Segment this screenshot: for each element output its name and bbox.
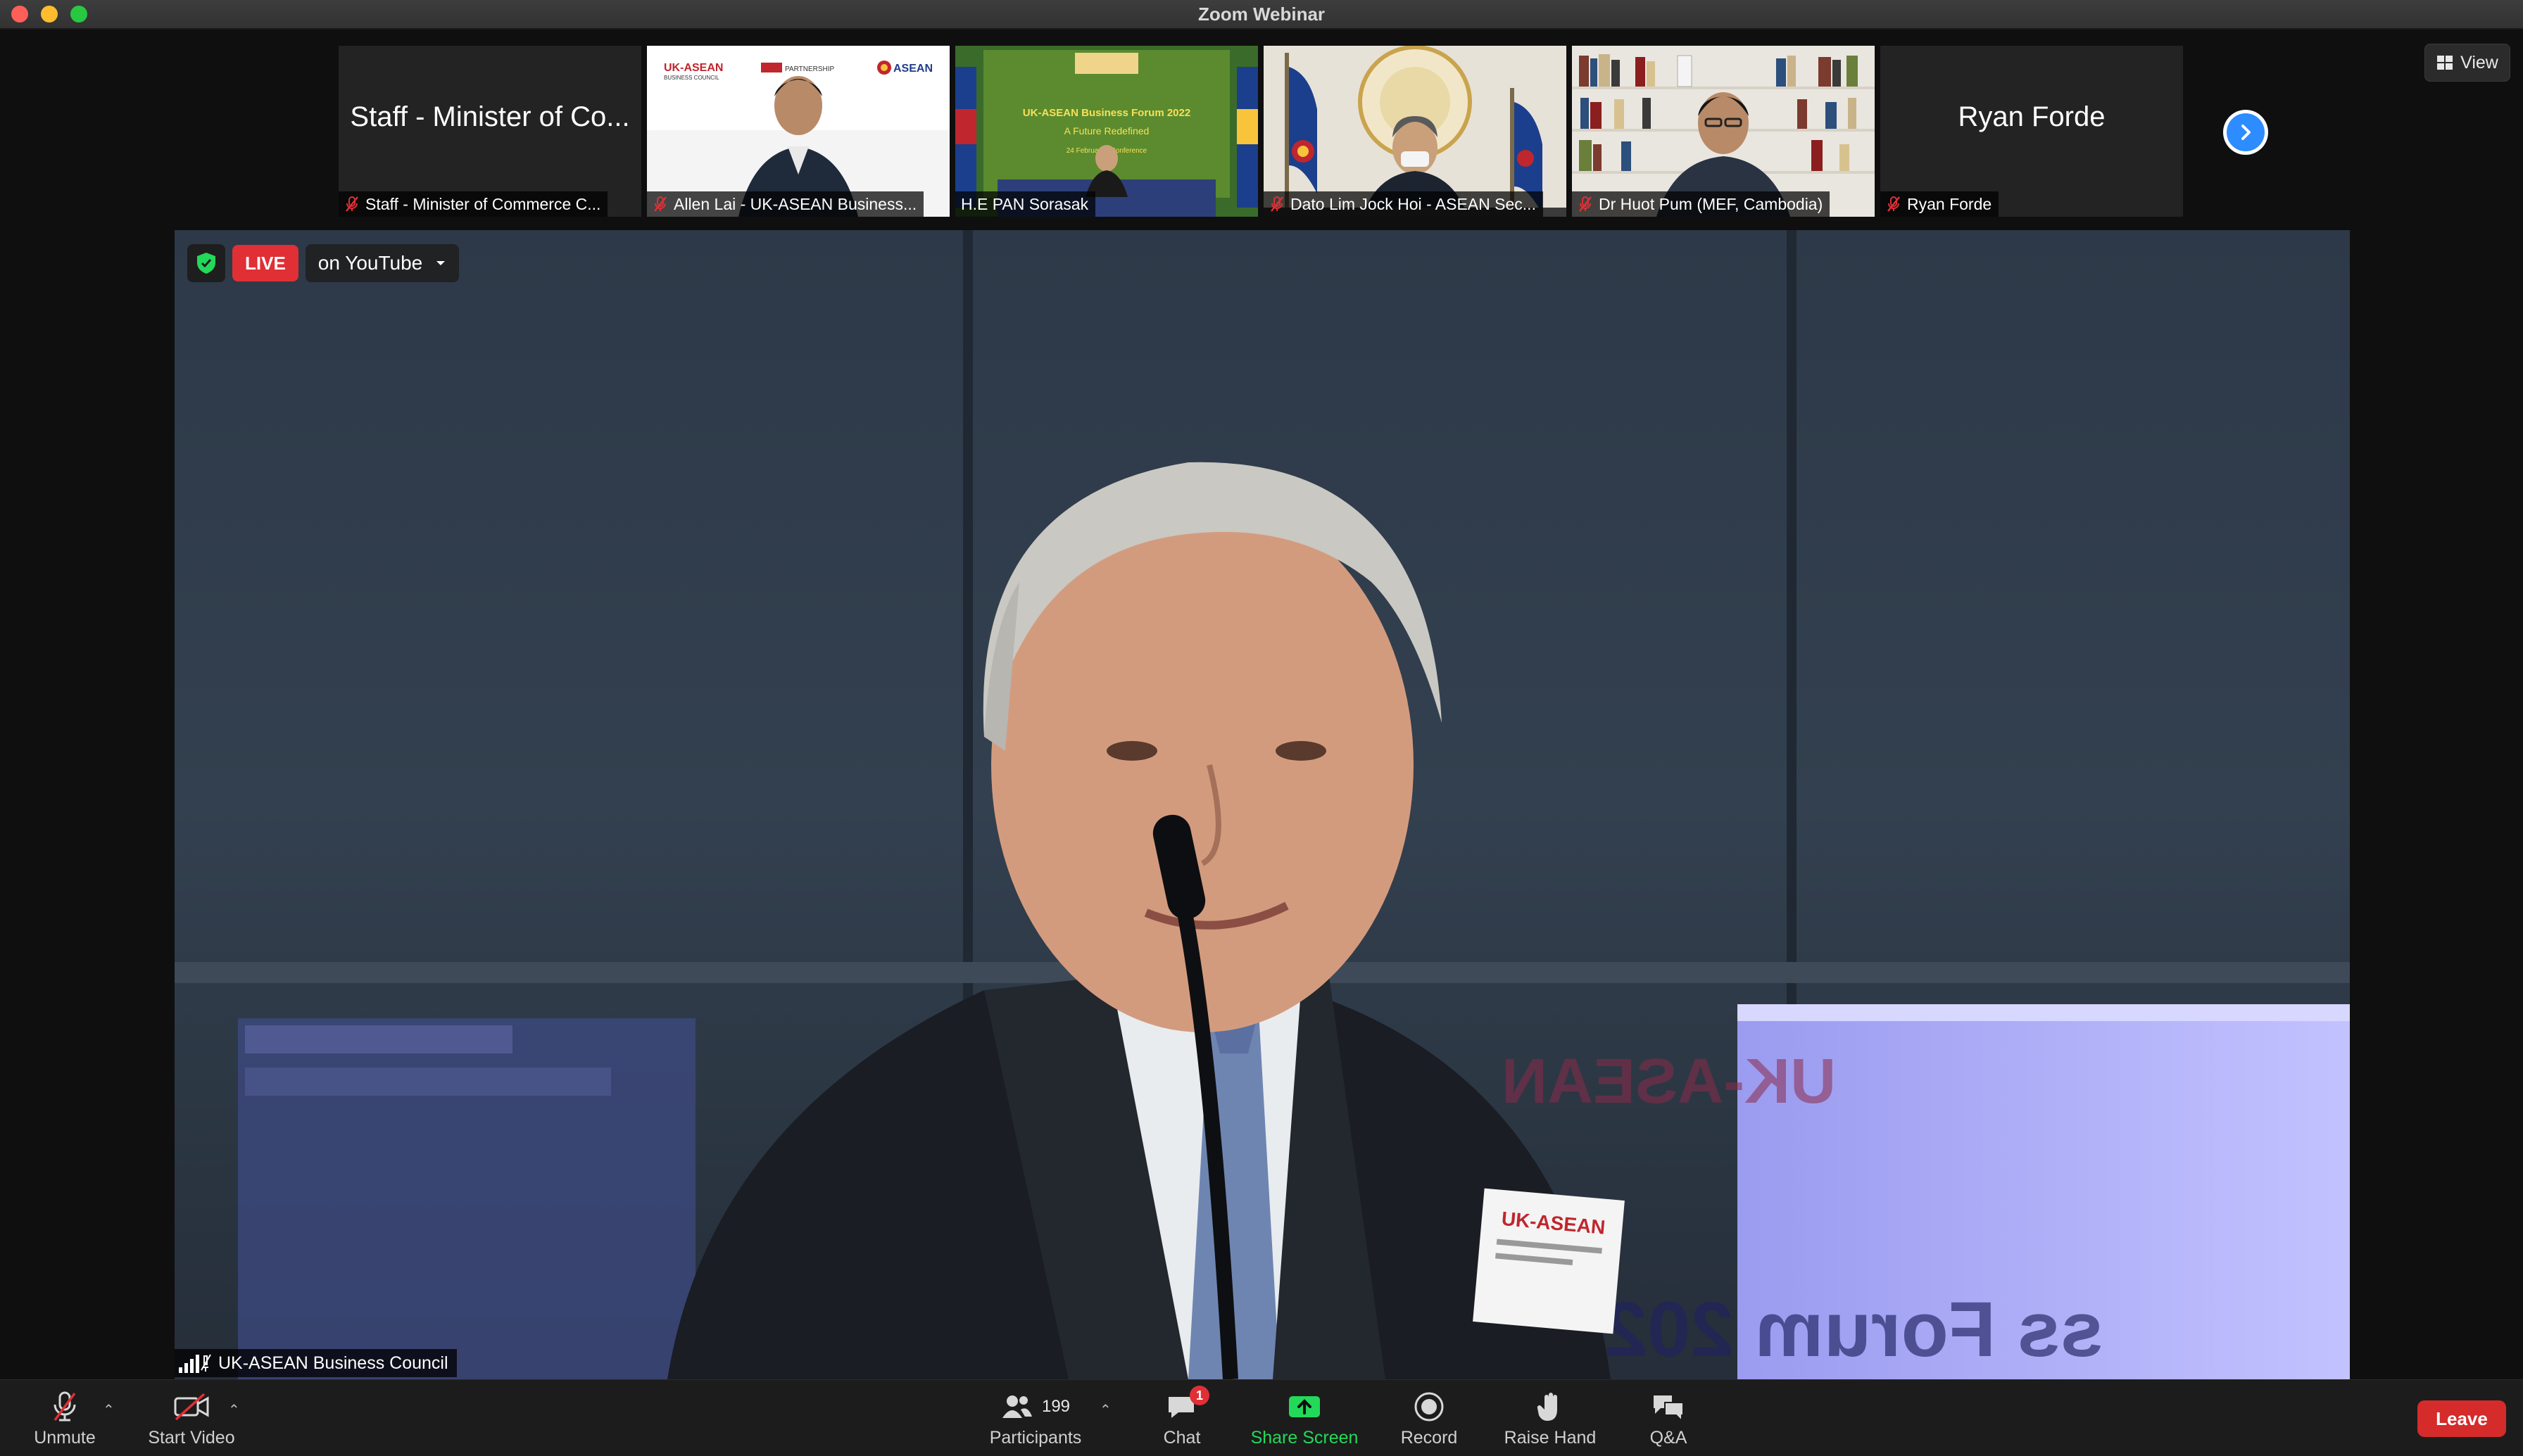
backdrop-left-logo: UK-ASEAN (664, 62, 723, 74)
participant-tile-huot-pum[interactable]: Dr Huot Pum (MEF, Cambodia) (1572, 46, 1875, 217)
start-video-label: Start Video (148, 1428, 235, 1448)
participant-tile-allen-lai[interactable]: UK-ASEAN BUSINESS COUNCIL PARTNERSHIP AS… (647, 46, 950, 217)
view-button[interactable]: View (2424, 44, 2510, 82)
banner-subtitle: A Future Redefined (1064, 125, 1150, 137)
participant-label: Staff - Minister of Commerce C... (365, 195, 601, 213)
share-screen-icon (1288, 1388, 1321, 1425)
participant-name-large: Staff - Minister of Co... (350, 101, 630, 132)
chat-bubble-icon: 1 (1166, 1386, 1209, 1425)
participants-label: Participants (989, 1428, 1082, 1448)
leave-button[interactable]: Leave (2417, 1400, 2506, 1437)
signal-strength-icon (179, 1354, 211, 1373)
video-off-icon (173, 1388, 210, 1425)
participant-name-bar: Ryan Forde (1880, 191, 1999, 217)
banner-left-text: UK-ASEAN (1502, 1046, 1836, 1117)
muted-mic-icon (344, 196, 360, 213)
participant-name-bar: Allen Lai - UK-ASEAN Business... (647, 191, 924, 217)
meeting-toolbar: Unmute ⌃ Start Video ⌃ 199 Participants … (0, 1379, 2523, 1456)
start-video-button[interactable]: Start Video (144, 1388, 239, 1450)
participants-count: 199 (1041, 1397, 1071, 1416)
chat-button[interactable]: 1 Chat (1152, 1386, 1212, 1450)
participant-name-bar: H.E PAN Sorasak (955, 191, 1096, 217)
audio-options-caret[interactable]: ⌃ (103, 1401, 115, 1419)
banner-bottom-text: ss Forum 2022 (1561, 1286, 2103, 1373)
participant-name-bar: Dato Lim Jock Hoi - ASEAN Sec... (1264, 191, 1543, 217)
speaker-video-frame: UK-ASEAN ss Forum 2022 UK-ASEAN (175, 230, 2350, 1379)
share-screen-label: Share Screen (1250, 1428, 1359, 1448)
backdrop-right-logo: ASEAN (893, 63, 933, 75)
backdrop-mid-logo: PARTNERSHIP (785, 65, 835, 73)
window-title: Zoom Webinar (1197, 4, 1326, 25)
chat-label: Chat (1163, 1428, 1201, 1448)
title-bar: Zoom Webinar (0, 0, 2523, 30)
share-screen-button[interactable]: Share Screen (1246, 1388, 1363, 1450)
main-speaker-video: UK-ASEAN ss Forum 2022 UK-ASEAN (175, 230, 2350, 1379)
participant-tile-lim-jock-hoi[interactable]: Dato Lim Jock Hoi - ASEAN Sec... (1264, 46, 1566, 217)
unmute-label: Unmute (34, 1428, 96, 1448)
video-options-caret[interactable]: ⌃ (228, 1401, 240, 1419)
live-destination-label: on YouTube (317, 252, 423, 274)
participant-label: Dato Lim Jock Hoi - ASEAN Sec... (1290, 195, 1536, 213)
participant-name-large: Ryan Forde (1958, 101, 2106, 132)
qa-button[interactable]: Q&A (1640, 1388, 1697, 1450)
muted-mic-icon (51, 1388, 79, 1425)
participant-label: Dr Huot Pum (MEF, Cambodia) (1599, 195, 1823, 213)
participant-name-bar: Staff - Minister of Commerce C... (339, 191, 608, 217)
participants-options-caret[interactable]: ⌃ (1100, 1401, 1112, 1419)
live-badge: LIVE (232, 245, 298, 281)
raise-hand-icon (1536, 1388, 1564, 1425)
qa-icon (1651, 1388, 1686, 1425)
qa-label: Q&A (1649, 1428, 1687, 1448)
unmute-button[interactable]: Unmute (31, 1388, 99, 1450)
participant-tile-staff-minister[interactable]: Staff - Minister of Co... Staff - Minist… (339, 46, 641, 217)
banner-title: UK-ASEAN Business Forum 2022 (1023, 107, 1190, 119)
active-speaker-label: UK-ASEAN Business Council (175, 1349, 457, 1377)
record-label: Record (1400, 1428, 1458, 1448)
backdrop-left-sub: BUSINESS COUNCIL (664, 75, 719, 81)
gallery-next-button[interactable] (2223, 110, 2268, 155)
participant-label: H.E PAN Sorasak (961, 195, 1089, 213)
participants-icon (1002, 1395, 1032, 1418)
view-label: View (2460, 52, 2498, 72)
chevron-right-icon (2227, 113, 2265, 151)
speaker-name: UK-ASEAN Business Council (218, 1353, 448, 1373)
caret-down-icon (436, 261, 446, 265)
chat-unread-badge: 1 (1190, 1386, 1209, 1405)
participant-label: Ryan Forde (1907, 195, 1992, 213)
muted-mic-icon (1269, 196, 1285, 213)
participants-button[interactable]: 199 Participants (986, 1388, 1086, 1450)
record-button[interactable]: Record (1395, 1388, 1463, 1450)
muted-mic-icon (1578, 196, 1593, 213)
live-indicator: LIVE on YouTube (187, 243, 460, 283)
raise-hand-button[interactable]: Raise Hand (1502, 1388, 1598, 1450)
muted-mic-icon (1886, 196, 1901, 213)
participant-tile-ryan-forde[interactable]: Ryan Forde Ryan Forde (1880, 46, 2183, 217)
participant-tile-pan-sorasak[interactable]: UK-ASEAN Business Forum 2022 A Future Re… (955, 46, 1258, 217)
security-shield-icon[interactable] (187, 244, 225, 282)
gallery-grid-icon (2437, 56, 2453, 70)
record-icon (1414, 1388, 1445, 1425)
participant-label: Allen Lai - UK-ASEAN Business... (674, 195, 917, 213)
muted-mic-icon (653, 196, 668, 213)
live-destination-dropdown[interactable]: on YouTube (305, 244, 460, 282)
participant-name-bar: Dr Huot Pum (MEF, Cambodia) (1572, 191, 1830, 217)
raise-hand-label: Raise Hand (1504, 1428, 1597, 1448)
